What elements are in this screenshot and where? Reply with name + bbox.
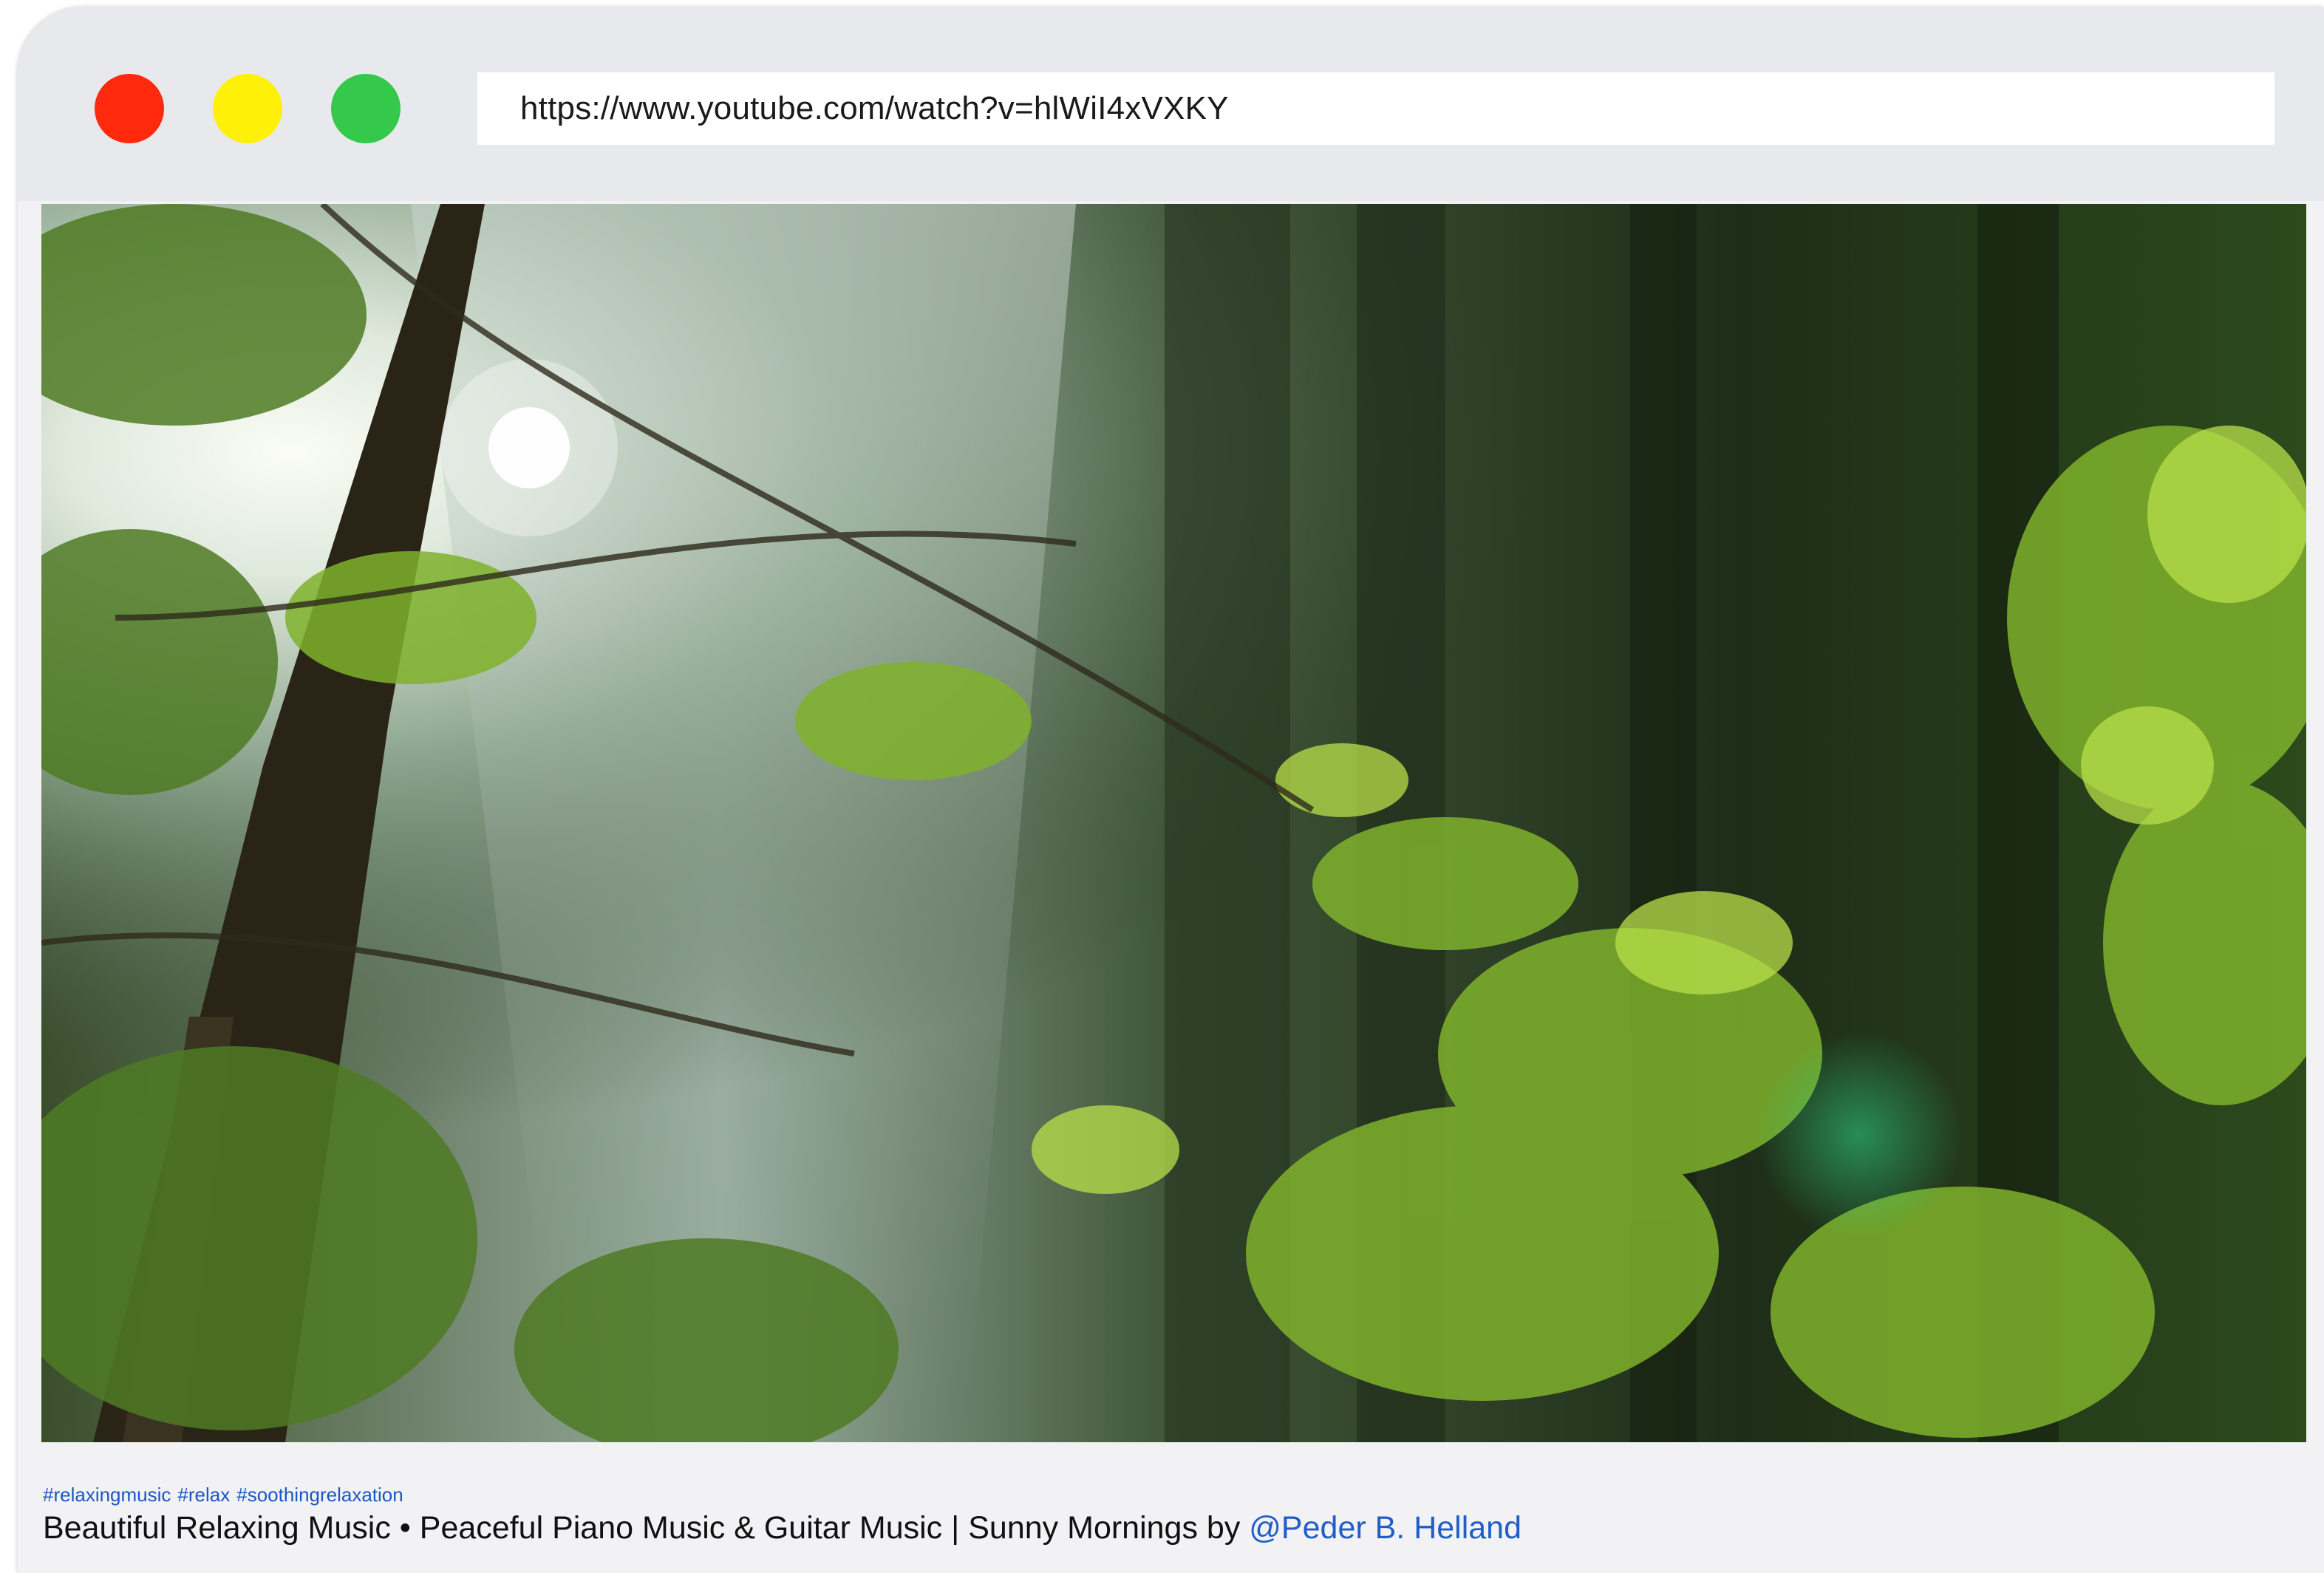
hashtag-link[interactable]: #relaxingmusic [43, 1484, 171, 1506]
minimize-window-button[interactable] [213, 74, 282, 143]
hashtag-link[interactable]: #soothingrelaxation [236, 1484, 403, 1506]
video-title-text: Beautiful Relaxing Music • Peaceful Pian… [43, 1510, 1250, 1546]
hashtag-link[interactable]: #relax [177, 1484, 230, 1506]
zoom-window-button[interactable] [331, 74, 401, 143]
video-hashtags: #relaxingmusic #relax #soothingrelaxation [43, 1484, 410, 1507]
close-window-button[interactable] [95, 74, 164, 143]
browser-titlebar: https://www.youtube.com/watch?v=hlWiI4xV… [18, 7, 2324, 201]
channel-mention-link[interactable]: @Peder B. Helland [1249, 1510, 1521, 1546]
video-title: Beautiful Relaxing Music • Peaceful Pian… [43, 1510, 1521, 1546]
video-player[interactable] [41, 204, 2306, 1442]
address-bar[interactable]: https://www.youtube.com/watch?v=hlWiI4xV… [477, 72, 2274, 145]
forest-sunlight-image [41, 204, 2306, 1442]
url-text: https://www.youtube.com/watch?v=hlWiI4xV… [520, 90, 1229, 126]
